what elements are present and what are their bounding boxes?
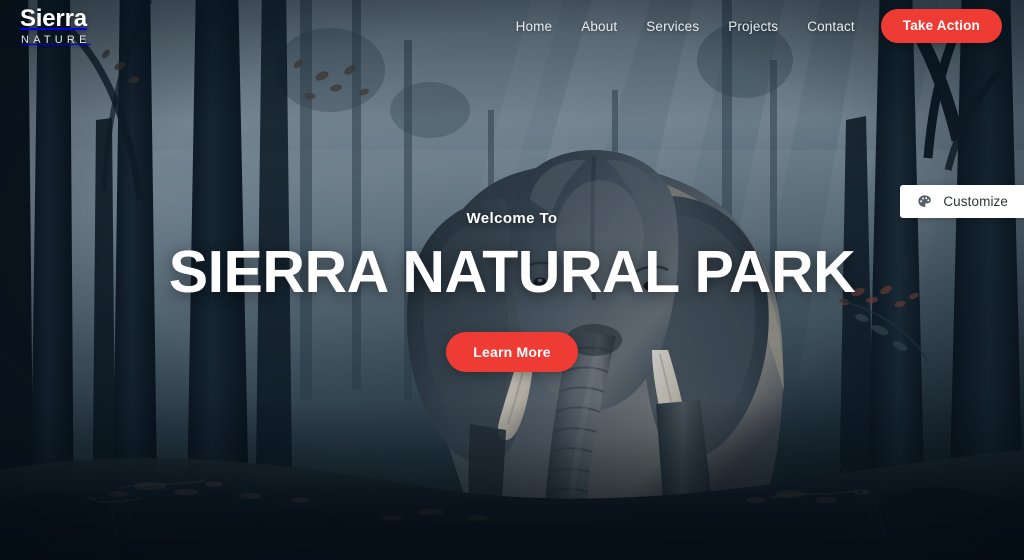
- nav-item-projects[interactable]: Projects: [728, 19, 778, 34]
- logo-title: Sierra: [20, 4, 87, 32]
- logo-tagline: NATURE: [21, 33, 91, 46]
- nav-item-contact[interactable]: Contact: [807, 19, 855, 34]
- learn-more-button[interactable]: Learn More: [446, 332, 578, 372]
- take-action-button[interactable]: Take Action: [880, 9, 1002, 43]
- nav-item-home[interactable]: Home: [516, 19, 553, 34]
- site-logo[interactable]: Sierra NATURE: [20, 4, 91, 46]
- hero-title: SIERRA NATURAL PARK: [168, 239, 856, 305]
- nav-item-services[interactable]: Services: [646, 19, 699, 34]
- site-header: Sierra NATURE Home About Services Projec…: [0, 0, 1024, 52]
- primary-navigation: Home About Services Projects Contact: [516, 19, 855, 34]
- palette-icon: [917, 194, 932, 209]
- customize-panel[interactable]: Customize: [900, 185, 1024, 218]
- hero-eyebrow: Welcome To: [466, 210, 558, 227]
- nav-item-about[interactable]: About: [581, 19, 617, 34]
- page-root: Sierra NATURE Home About Services Projec…: [0, 0, 1024, 560]
- customize-label: Customize: [943, 194, 1008, 209]
